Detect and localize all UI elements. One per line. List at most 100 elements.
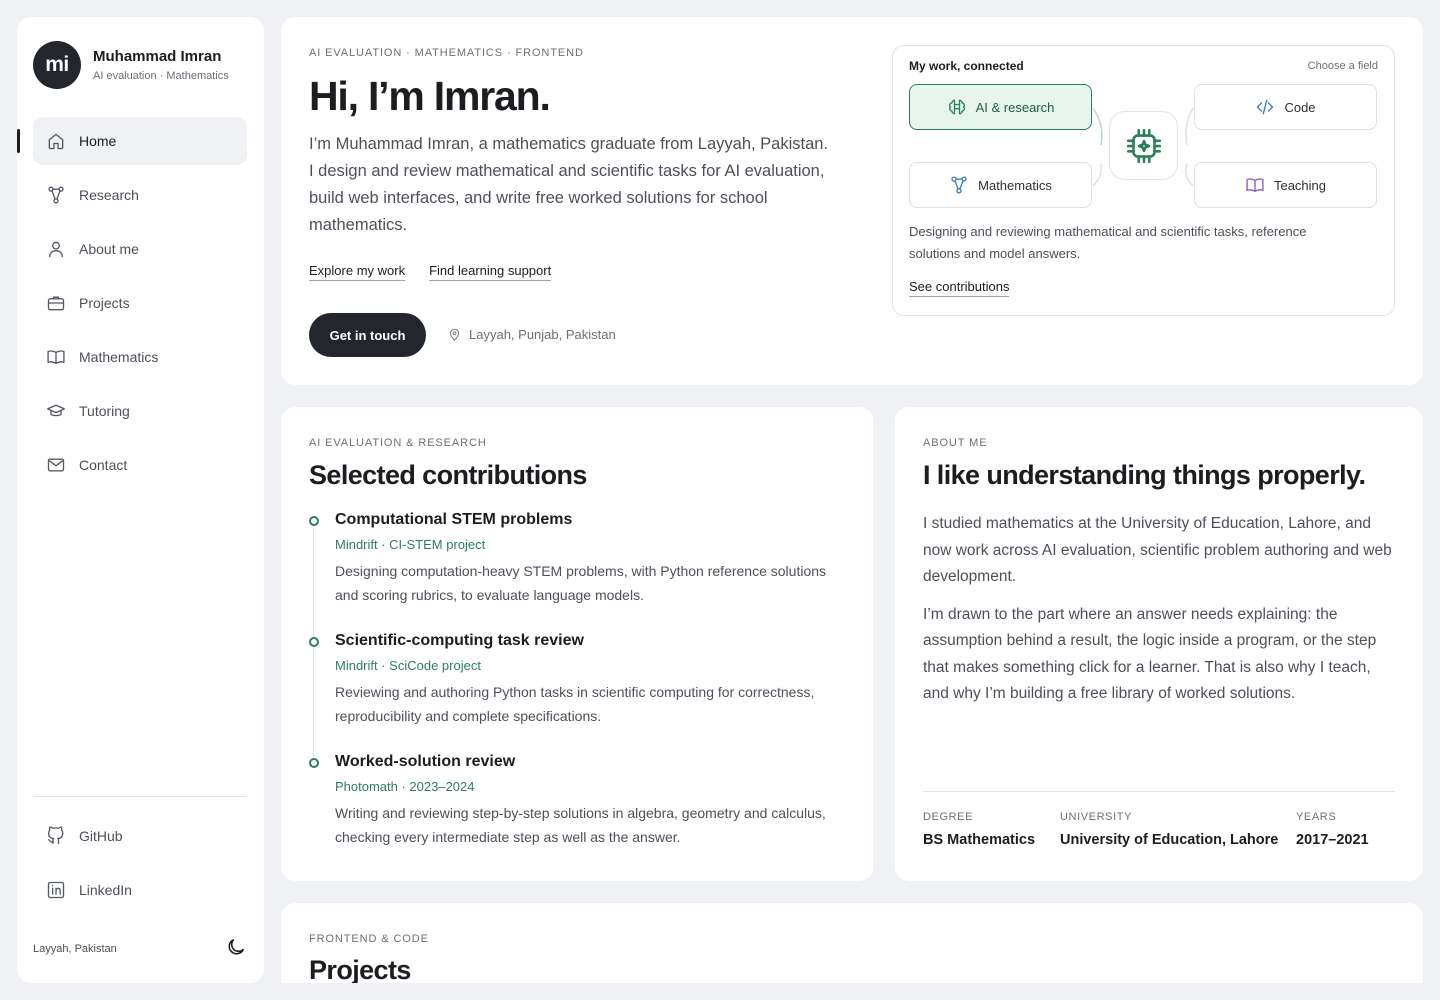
fact-value: 2017–2021 <box>1296 832 1369 848</box>
sidebar-item-research[interactable]: Research <box>33 171 247 219</box>
sidebar-footer: Layyah, Pakistan <box>33 936 247 961</box>
graduation-cap-icon <box>45 400 67 422</box>
timeline-item: Scientific-computing task review Mindrif… <box>309 632 849 728</box>
fact-value: BS Mathematics <box>923 832 1036 848</box>
timeline-item: Worked-solution review Photomath · 2023–… <box>309 753 849 849</box>
field-teaching[interactable]: Teaching <box>1194 162 1377 208</box>
user-icon <box>45 238 67 260</box>
network-icon <box>45 184 67 206</box>
profile-name: Muhammad Imran <box>93 48 222 65</box>
timeline-desc: Reviewing and authoring Python tasks in … <box>335 684 815 724</box>
field-ai-research[interactable]: AI & research <box>909 84 1092 130</box>
github-icon <box>45 825 67 847</box>
hero-location-text: Layyah, Punjab, Pakistan <box>469 327 616 342</box>
get-in-touch-button[interactable]: Get in touch <box>309 313 426 357</box>
sidebar-item-label: GitHub <box>79 828 123 844</box>
field-label: Mathematics <box>978 177 1052 193</box>
field-label: AI & research <box>975 99 1055 115</box>
sidebar-item-label: Contact <box>79 457 128 473</box>
sidebar-item-home[interactable]: Home <box>17 117 247 165</box>
facts-row: DEGREE BS Mathematics UNIVERSITY Univers… <box>923 811 1369 848</box>
hero-title: Hi, I’m Imran. <box>309 73 551 119</box>
timeline-meta: Mindrift · SciCode project <box>335 658 481 673</box>
field-label: Teaching <box>1273 177 1327 193</box>
timeline-meta: Photomath · 2023–2024 <box>335 779 475 794</box>
profile-tagline: AI evaluation · Mathematics <box>93 70 229 82</box>
moon-icon[interactable] <box>225 936 247 961</box>
contributions-section: AI EVALUATION & RESEARCH Selected contri… <box>281 407 873 881</box>
field-code[interactable]: Code <box>1194 84 1377 130</box>
fact-university: UNIVERSITY University of Education, Laho… <box>1060 811 1296 848</box>
explore-work-link[interactable]: Explore my work <box>309 263 406 281</box>
page-bottom-edge <box>0 983 1440 1000</box>
hero-links: Explore my work Find learning support <box>309 263 552 281</box>
choose-field-hint: Choose a field <box>1307 60 1378 72</box>
sidebar-item-linkedin[interactable]: LinkedIn <box>33 866 247 914</box>
timeline-desc: Designing computation-heavy STEM problem… <box>335 563 827 603</box>
sidebar: mi Muhammad Imran AI evaluation · Mathem… <box>17 17 264 983</box>
about-section: ABOUT ME I like understanding things pro… <box>895 407 1423 881</box>
sidebar-item-about[interactable]: About me <box>33 225 247 273</box>
timeline-dot <box>309 758 319 768</box>
about-body: I studied mathematics at the University … <box>923 511 1398 719</box>
brain-icon <box>948 99 965 115</box>
hero-description: I’m Muhammad Imran, a mathematics gradua… <box>309 135 829 234</box>
fact-value: University of Education, Lahore <box>1060 832 1279 848</box>
hub-chip <box>1109 111 1178 180</box>
sidebar-item-tutoring[interactable]: Tutoring <box>33 387 247 435</box>
see-contributions-link[interactable]: See contributions <box>909 279 1010 297</box>
home-icon <box>45 130 67 152</box>
social-links: GitHub LinkedIn <box>33 812 247 920</box>
sidebar-item-label: LinkedIn <box>79 882 132 898</box>
fact-label: UNIVERSITY <box>1060 811 1133 823</box>
section-title: Selected contributions <box>309 460 587 490</box>
timeline-title: Scientific-computing task review <box>335 632 584 649</box>
hero-location: Layyah, Punjab, Pakistan <box>447 327 616 342</box>
section-title: Projects <box>309 955 411 985</box>
sidebar-item-github[interactable]: GitHub <box>33 812 247 860</box>
facts-divider <box>923 791 1395 792</box>
sidebar-item-mathematics[interactable]: Mathematics <box>33 333 247 381</box>
learning-support-link[interactable]: Find learning support <box>429 263 552 281</box>
field-mathematics[interactable]: Mathematics <box>909 162 1092 208</box>
fact-label: YEARS <box>1296 811 1337 823</box>
linkedin-icon <box>45 879 67 901</box>
chip-icon <box>1126 128 1161 163</box>
contributions-timeline: Computational STEM problems Mindrift · C… <box>309 511 849 874</box>
sidebar-item-projects[interactable]: Projects <box>33 279 247 327</box>
section-eyebrow: ABOUT ME <box>923 437 988 449</box>
hero-section: AI EVALUATION · MATHEMATICS · FRONTEND H… <box>281 17 1423 385</box>
section-title: I like understanding things properly. <box>923 460 1366 490</box>
book-icon <box>1246 178 1264 192</box>
about-paragraph: I’m drawn to the part where an answer ne… <box>923 605 1377 703</box>
timeline-meta: Mindrift · CI-STEM project <box>335 537 486 552</box>
timeline-item: Computational STEM problems Mindrift · C… <box>309 511 849 607</box>
about-paragraph: I studied mathematics at the University … <box>923 515 1392 585</box>
mail-icon <box>45 454 67 476</box>
briefcase-icon <box>45 292 67 314</box>
network-icon <box>951 176 967 194</box>
book-icon <box>45 346 67 368</box>
section-eyebrow: FRONTEND & CODE <box>309 933 429 945</box>
fact-label: DEGREE <box>923 811 974 823</box>
hero-eyebrow: AI EVALUATION · MATHEMATICS · FRONTEND <box>309 47 584 59</box>
field-label: Code <box>1284 99 1316 115</box>
timeline-title: Computational STEM problems <box>335 511 573 528</box>
sidebar-item-label: About me <box>79 241 139 257</box>
fact-degree: DEGREE BS Mathematics <box>923 811 1060 848</box>
connected-title: My work, connected <box>909 59 1024 73</box>
timeline-dot <box>309 637 319 647</box>
sidebar-item-label: Projects <box>79 295 130 311</box>
profile[interactable]: mi Muhammad Imran AI evaluation · Mathem… <box>33 41 229 89</box>
sidebar-item-label: Tutoring <box>79 403 130 419</box>
timeline-dot <box>309 516 319 526</box>
timeline-title: Worked-solution review <box>335 753 516 770</box>
sidebar-item-contact[interactable]: Contact <box>33 441 247 489</box>
timeline-desc: Writing and reviewing step-by-step solut… <box>335 805 826 845</box>
sidebar-location: Layyah, Pakistan <box>33 942 117 955</box>
code-icon <box>1257 99 1274 115</box>
work-connected-panel: My work, connected Choose a field AI & r… <box>892 45 1395 316</box>
section-eyebrow: AI EVALUATION & RESEARCH <box>309 437 487 449</box>
avatar[interactable]: mi <box>33 41 81 89</box>
sidebar-item-label: Research <box>79 187 139 203</box>
